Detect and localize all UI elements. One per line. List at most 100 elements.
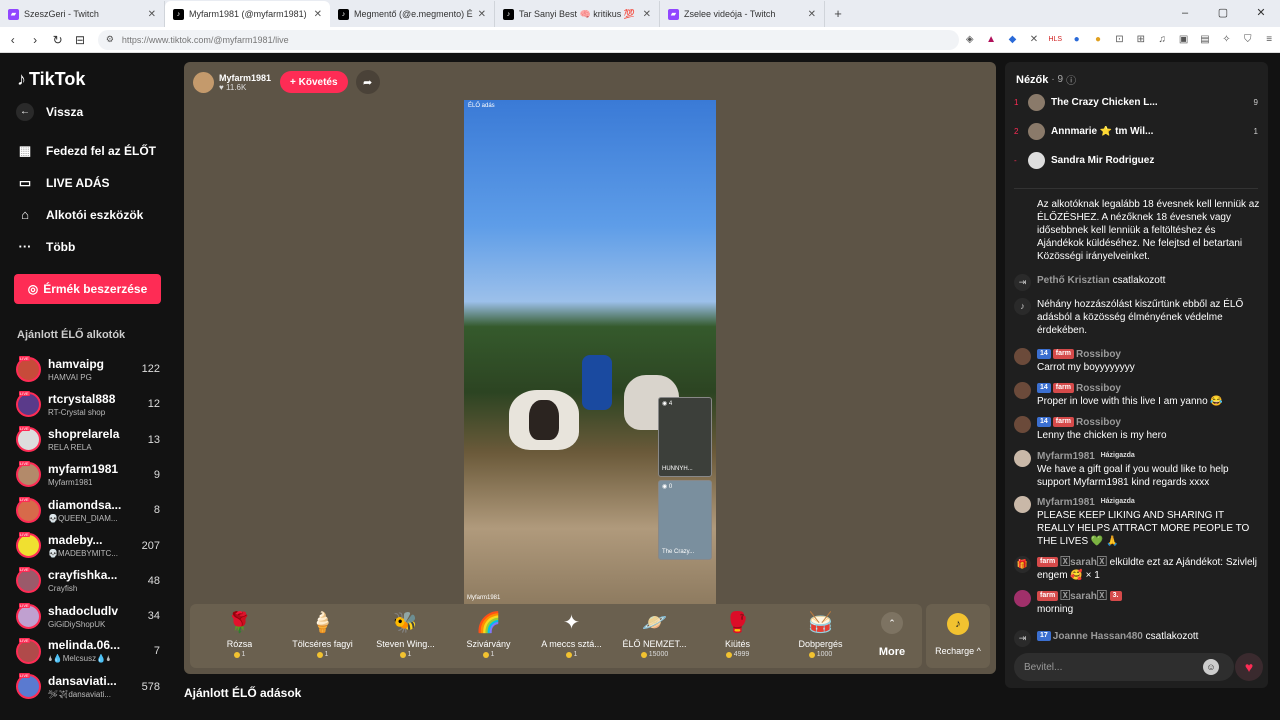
gift-item[interactable]: 🍦 Tölcséres fagyi 1 — [281, 604, 364, 668]
follow-button[interactable]: + Követés — [280, 71, 348, 93]
close-tab-icon[interactable]: ✕ — [148, 9, 156, 20]
extension-icon[interactable]: ⊡ — [1109, 34, 1130, 45]
creator-name: melinda.06... — [48, 638, 121, 653]
gift-item[interactable]: 🥊 Kiütés 4999 — [696, 604, 779, 668]
back-link[interactable]: ← Vissza — [16, 103, 83, 121]
maximize-icon[interactable]: ▢ — [1204, 0, 1242, 27]
guest-window[interactable]: ◉ 0 The Crazy... — [658, 480, 712, 560]
sidebar-nav-item[interactable]: ▭ LIVE ADÁS — [16, 175, 110, 191]
extension-icon[interactable]: ● — [1066, 34, 1087, 45]
gift-item[interactable]: 🥁 Dobpergés 1000 — [779, 604, 862, 668]
fan-club-badge: farm — [1052, 383, 1074, 394]
host-avatar[interactable] — [193, 71, 214, 93]
browser-tab[interactable]: ♪ Myfarm1981 (@myfarm1981) ÉL ✕ — [165, 1, 330, 27]
share-icon[interactable]: ➦ — [355, 70, 380, 94]
tab-title: Myfarm1981 (@myfarm1981) ÉL — [189, 9, 309, 19]
browser-tab[interactable]: ▰ Zselee videója - Twitch ✕ — [660, 1, 825, 27]
sidebar-nav-label: LIVE ADÁS — [46, 176, 110, 190]
close-window-icon[interactable]: ✕ — [1242, 0, 1280, 27]
drum-icon: 🥁 — [808, 612, 833, 634]
url-text: https://www.tiktok.com/@myfarm1981/live — [121, 34, 289, 45]
sidebar-icon[interactable]: ▣ — [1173, 34, 1194, 45]
minimize-icon[interactable]: – — [1166, 0, 1204, 27]
username[interactable]: Rossiboy — [1076, 349, 1121, 360]
username[interactable]: Rossiboy — [1076, 417, 1121, 428]
recommended-creator[interactable]: madeby... 💀MADEBYMITC... 207 — [16, 529, 160, 563]
gift-item[interactable]: 🌈 Szivárvány 1 — [447, 604, 530, 668]
message-text: Carrot my boyyyyyyyy — [1037, 362, 1135, 373]
shield-icon[interactable]: ◈ — [959, 34, 980, 45]
sidebar-nav-item[interactable]: ▦ Fedezd fel az ÉLŐT — [16, 143, 156, 159]
recommended-creator[interactable]: dansaviati...🛩✈dansaviati... 578 — [16, 670, 160, 704]
username[interactable]: 🅇sarah🅇 — [1060, 591, 1107, 602]
more-gifts-button[interactable]: ⌃ More — [862, 604, 922, 668]
recommended-creator[interactable]: shadocludlvGiGiDiyShopUK 34 — [16, 599, 160, 633]
guest-count: ◉ 0 — [662, 484, 673, 490]
sidebar-nav-item[interactable]: ⌂ Alkotói eszközök — [16, 207, 143, 222]
sidebar-nav-item[interactable]: ··· Több — [16, 239, 76, 254]
close-tab-icon[interactable]: ✕ — [643, 9, 651, 20]
emoji-icon[interactable]: ☺ — [1203, 659, 1219, 675]
gift-item[interactable]: 🐝 Steven Wing... 1 — [364, 604, 447, 668]
chat-messages[interactable]: ♪ Az alkotóknak legalább 18 évesnek kell … — [1005, 190, 1268, 650]
extension-icon[interactable]: HLS — [1045, 36, 1066, 43]
username[interactable]: Rossiboy — [1076, 383, 1121, 394]
url-field[interactable]: ⚙ https://www.tiktok.com/@myfarm1981/liv… — [97, 29, 960, 50]
forward-arrow-icon[interactable]: › — [25, 33, 44, 47]
menu-icon[interactable]: ≡ — [1259, 34, 1280, 45]
close-tab-icon[interactable]: ✕ — [478, 9, 486, 20]
guest-window[interactable]: ◉ 4 HUNNYH... — [658, 397, 712, 477]
bookmark-icon[interactable]: ⊟ — [70, 33, 89, 47]
tiktok-logo[interactable]: ♪ TikTok — [17, 69, 85, 90]
recommended-creator[interactable]: diamondsa...💀QUEEN_DIAM... 8 — [16, 493, 160, 527]
vpn-icon[interactable]: ⛉ — [1237, 34, 1258, 45]
top-viewer[interactable]: - Sandra Mir Rodriguez — [1014, 149, 1258, 171]
host-name[interactable]: Myfarm1981 — [219, 73, 271, 83]
warning-icon[interactable]: ▲ — [980, 34, 1001, 45]
top-viewer[interactable]: 1 The Crazy Chicken L... 9 — [1014, 91, 1258, 113]
extension-icon[interactable]: ✧ — [1216, 34, 1237, 45]
close-tab-icon[interactable]: ✕ — [808, 9, 816, 20]
recommended-creator[interactable]: myfarm1981Myfarm1981 9 — [16, 458, 160, 492]
message-body: 14 farm Rossiboy Carrot my boyyyyyyyy — [1037, 348, 1262, 374]
recommended-creator[interactable]: rtcrystal888RT-Crystal shop 12 — [16, 387, 160, 421]
extension-icon[interactable]: ⊞ — [1130, 34, 1151, 45]
recommended-creator[interactable]: crayfishka...Crayfish 48 — [16, 564, 160, 598]
viewer-count: 34 — [147, 610, 160, 623]
gift-item[interactable]: 🪐 ÉLŐ NEMZET... 15000 — [613, 604, 696, 668]
reload-icon[interactable]: ↻ — [48, 33, 67, 47]
viewers-heading[interactable]: Nézők · 9 ⓘ — [1016, 72, 1076, 88]
creator-info: myfarm1981 Myfarm1981 — [48, 462, 134, 487]
heart-icon[interactable]: ♥ — [1235, 653, 1263, 681]
new-tab-button[interactable]: + — [825, 1, 851, 27]
get-coins-button[interactable]: ◎ Érmék beszerzése — [14, 274, 161, 304]
top-viewer[interactable]: 2 Annmarie ⭐ tm Wil... 1 — [1014, 120, 1258, 142]
live-video[interactable]: ÉLŐ adás ◉ 4 HUNNYH... ◉ 0 The Crazy... … — [464, 100, 716, 604]
gift-item[interactable]: ✦ A meccs sztá... 1 — [530, 604, 613, 668]
extension-icon[interactable]: ◆ — [1002, 34, 1023, 45]
fan-club-badge: farm — [1037, 591, 1059, 602]
recommended-creator[interactable]: melinda.06...🌢💧Melcsusz💧🌢 7 — [16, 634, 160, 668]
chat-input[interactable]: Bevitel... — [1014, 653, 1234, 681]
username[interactable]: 🅇sarah🅇 — [1060, 557, 1107, 568]
site-info-icon[interactable]: ⚙ — [106, 34, 114, 45]
info-icon[interactable]: ⓘ — [1066, 72, 1076, 87]
browser-tab[interactable]: ♪ Tar Sanyi Best 🧠 kritikus 💯 (@szop ✕ — [495, 1, 660, 27]
back-arrow-icon[interactable]: ‹ — [3, 33, 22, 47]
browser-tab[interactable]: ♪ Megmentő (@e.megmento) ÉLŐ adá ✕ — [330, 1, 495, 27]
username[interactable]: Joanne Hassan480 — [1053, 631, 1143, 642]
gift-item[interactable]: 🌹 Rózsa 1 — [198, 604, 281, 668]
music-icon[interactable]: ♫ — [1152, 34, 1173, 45]
host-avatar — [1014, 496, 1031, 513]
recharge-button[interactable]: ♪ Recharge ^ — [926, 604, 990, 668]
recommended-creator[interactable]: hamvaipgHAMVAI PG 122 — [16, 352, 160, 386]
username[interactable]: Pethő Krisztian — [1037, 275, 1110, 286]
extension-icon[interactable]: ✕ — [1023, 34, 1044, 45]
extension-icon[interactable]: ● — [1087, 34, 1108, 45]
username[interactable]: Myfarm1981 — [1037, 497, 1095, 508]
browser-tab[interactable]: ▰ SzeszGeri - Twitch ✕ — [0, 1, 165, 27]
wallet-icon[interactable]: ▤ — [1194, 34, 1215, 45]
username[interactable]: Myfarm1981 — [1037, 451, 1095, 462]
close-tab-icon[interactable]: ✕ — [314, 9, 322, 20]
recommended-creator[interactable]: shoprelarelaRELA RELA 13 — [16, 423, 160, 457]
